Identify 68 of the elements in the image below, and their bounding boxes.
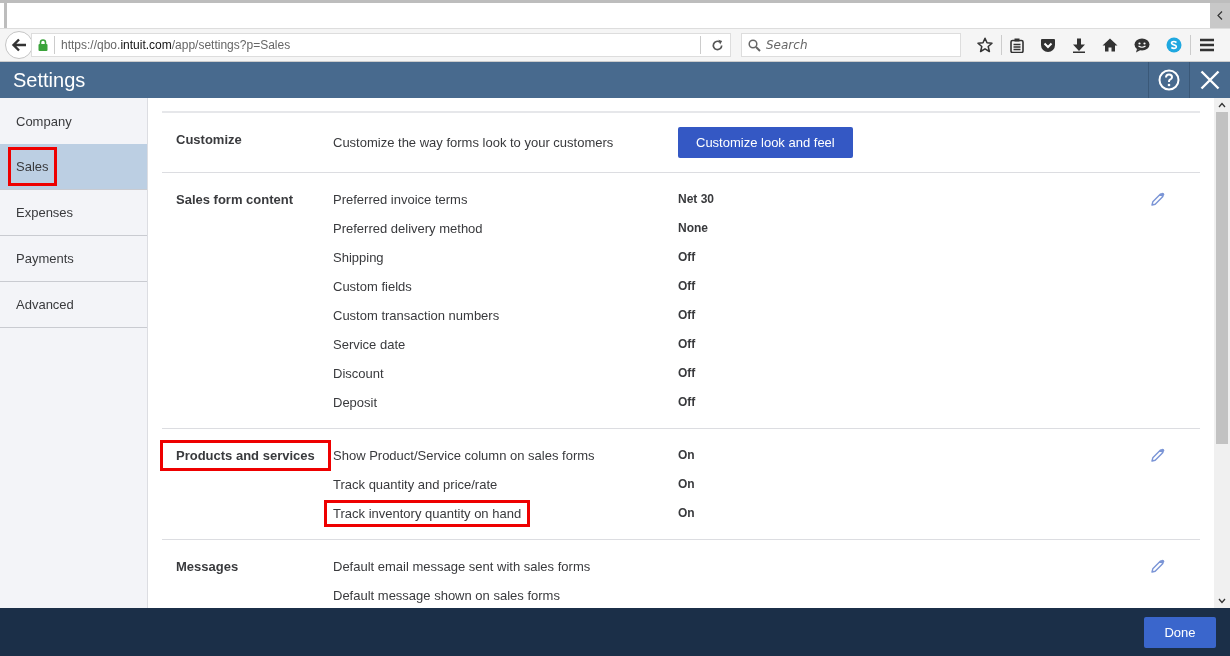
sidebar-item[interactable]: Expenses — [0, 190, 147, 236]
page-title: Settings — [13, 68, 86, 92]
setting-label: Preferred delivery method — [332, 219, 484, 238]
home-icon[interactable] — [1102, 38, 1118, 52]
chat-icon[interactable] — [1134, 37, 1150, 53]
setting-value: Net 30 — [678, 191, 715, 206]
address-bar[interactable]: https://qbo.intuit.com/app/settings?p=Sales — [31, 33, 731, 57]
search-icon — [748, 38, 761, 52]
setting-value: On — [678, 505, 695, 520]
sidebar-item[interactable]: Payments — [0, 236, 147, 282]
section-title: Customize — [175, 131, 243, 149]
sidebar-label: Company — [15, 112, 73, 131]
customize-button[interactable]: Customize look and feel — [678, 126, 853, 158]
setting-label: Default email message sent with sales forms — [332, 557, 592, 576]
sidebar-label: Sales — [8, 147, 57, 186]
download-icon[interactable] — [1072, 37, 1086, 53]
search-input[interactable]: Search — [766, 38, 916, 52]
setting-label: Discount — [332, 364, 385, 383]
done-button[interactable]: Done — [1144, 616, 1216, 648]
sidebar-label: Advanced — [15, 296, 75, 314]
back-arrow-icon — [11, 38, 27, 52]
setting-label: Show Product/Service column on sales forms — [332, 446, 596, 465]
setting-value: Off — [678, 249, 696, 264]
setting-label: Deposit — [332, 393, 379, 412]
setting-value: Off — [678, 394, 696, 409]
reading-list-icon[interactable] — [1010, 37, 1024, 53]
pocket-icon[interactable] — [1040, 37, 1056, 53]
scrollbar[interactable] — [1214, 98, 1230, 608]
setting-value: On — [678, 447, 695, 462]
sidebar-item[interactable]: Company — [0, 98, 147, 144]
sidebar-item[interactable]: Advanced — [0, 282, 147, 328]
skype-icon[interactable] — [1166, 37, 1182, 53]
search-field[interactable]: Search — [741, 33, 961, 57]
section-title: Products and services — [160, 440, 331, 471]
setting-label: Service date — [332, 335, 407, 354]
lock-icon — [38, 39, 48, 51]
setting-label: Shipping — [332, 248, 385, 267]
edit-icon[interactable] — [1150, 559, 1165, 574]
star-icon[interactable] — [977, 37, 993, 53]
setting-label: Default message shown on sales forms — [332, 586, 561, 605]
reload-icon[interactable] — [711, 38, 724, 52]
setting-value: Off — [678, 336, 696, 351]
setting-value: On — [678, 476, 695, 491]
setting-label: Track quantity and price/rate — [332, 475, 499, 494]
section-title: Sales form content — [175, 191, 295, 209]
sidebar-label: Expenses — [15, 204, 75, 222]
menu-icon[interactable] — [1199, 38, 1215, 52]
sidebar-label: Payments — [15, 250, 75, 268]
help-icon — [1158, 69, 1180, 91]
section-title: Messages — [175, 558, 240, 576]
setting-label: Custom fields — [332, 277, 413, 296]
setting-label: Custom transaction numbers — [332, 306, 501, 325]
setting-label: Customize the way forms look to your customers — [332, 134, 615, 152]
close-icon — [1200, 70, 1220, 90]
url-text: https://qbo.intuit.com/app/settings?p=Sales — [61, 38, 292, 52]
scroll-down-icon[interactable] — [1218, 598, 1226, 604]
setting-value: Off — [678, 307, 696, 322]
back-button[interactable] — [5, 31, 33, 59]
setting-value: None — [678, 220, 708, 235]
setting-label: Track inventory quantity on hand — [324, 499, 531, 527]
setting-value: Off — [678, 365, 696, 380]
setting-value: Off — [678, 278, 696, 293]
edit-icon[interactable] — [1150, 448, 1165, 463]
scroll-up-icon[interactable] — [1218, 102, 1226, 108]
sidebar-item[interactable]: Sales — [0, 144, 147, 190]
setting-label: Preferred invoice terms — [332, 190, 469, 209]
chevron-icon[interactable] — [1217, 11, 1223, 20]
edit-icon[interactable] — [1150, 192, 1165, 207]
